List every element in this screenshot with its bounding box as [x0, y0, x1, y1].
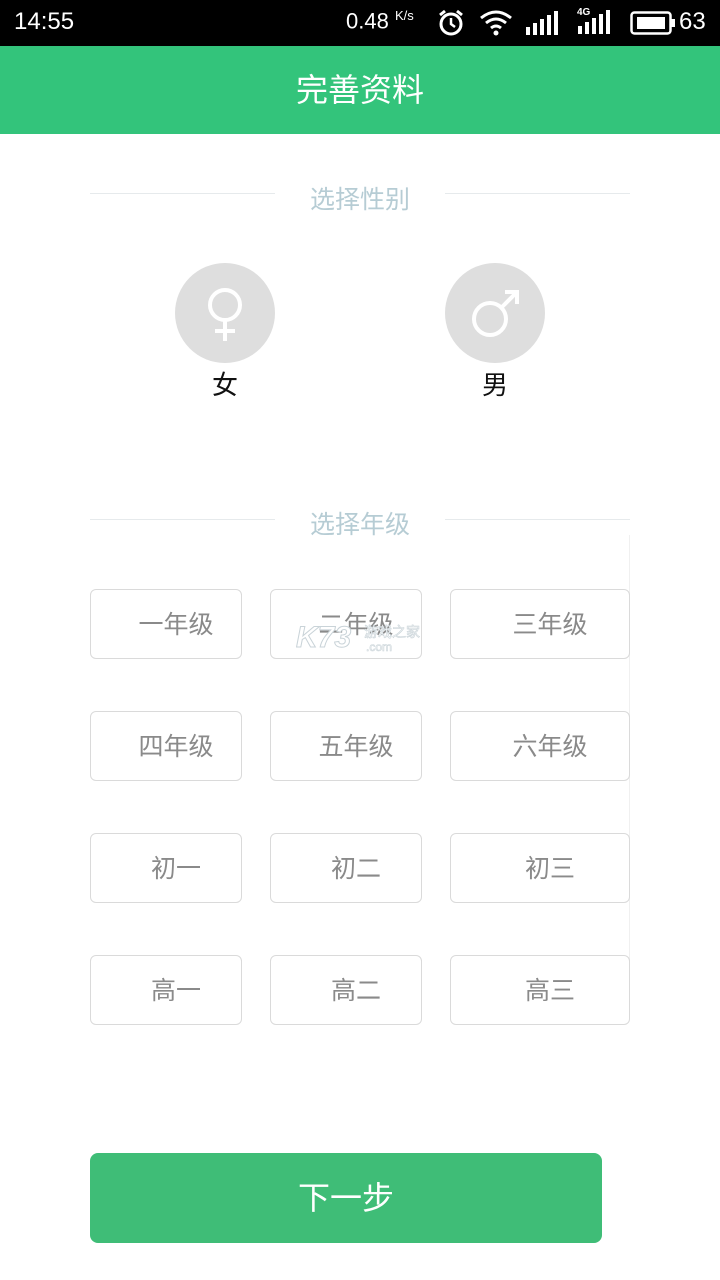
next-step-button[interactable]: 下一步	[90, 1153, 602, 1243]
grade-button-1[interactable]: 一年级	[90, 589, 242, 659]
signal-4g-icon: 4G	[576, 4, 616, 42]
grade-button-11[interactable]: 高二	[270, 955, 422, 1025]
grade-button-9[interactable]: 初三	[450, 833, 630, 903]
status-bar: 14:55 0.48 K/s 4G 63	[0, 0, 720, 46]
grade-label: 高一	[150, 976, 201, 1005]
grade-label: 高二	[330, 976, 381, 1005]
grade-button-4[interactable]: 四年级	[90, 711, 242, 781]
grade-button-6[interactable]: 六年级	[450, 711, 630, 781]
grade-label: 初一	[150, 854, 201, 883]
gender-divider-right	[445, 193, 630, 194]
grade-label: 六年级	[512, 732, 588, 761]
app-header: 完善资料	[0, 46, 720, 134]
gender-option-female[interactable]: 女	[165, 263, 285, 413]
battery-icon	[630, 11, 676, 39]
status-time: 14:55	[14, 8, 75, 35]
female-icon	[175, 263, 275, 363]
page-title: 完善资料	[295, 71, 424, 109]
grade-button-7[interactable]: 初一	[90, 833, 242, 903]
battery-level: 63	[679, 8, 706, 35]
grade-button-3[interactable]: 三年级	[450, 589, 630, 659]
grade-label: 一年级	[138, 610, 214, 639]
grade-section-title: 选择年级	[309, 510, 410, 539]
signal-icon	[524, 9, 562, 41]
grade-button-12[interactable]: 高三	[450, 955, 630, 1025]
gender-label-male: 男	[481, 371, 508, 401]
grade-label: 五年级	[318, 732, 394, 761]
grade-button-8[interactable]: 初二	[270, 833, 422, 903]
gender-divider-left	[90, 193, 275, 194]
network-speed: 0.48 K/s	[346, 8, 414, 34]
gender-label-female: 女	[211, 371, 238, 401]
gender-section-title: 选择性别	[309, 185, 410, 214]
male-icon	[445, 263, 545, 363]
grade-label: 四年级	[138, 732, 214, 761]
grade-label: 二年级	[318, 610, 394, 639]
wifi-icon	[479, 9, 513, 41]
alarm-icon	[436, 9, 466, 41]
grade-button-10[interactable]: 高一	[90, 955, 242, 1025]
network-speed-unit: K/s	[394, 8, 414, 23]
network-speed-value: 0.48	[346, 8, 389, 34]
grade-label: 初二	[330, 854, 381, 883]
gender-option-male[interactable]: 男	[435, 263, 555, 413]
grade-label: 高三	[524, 976, 575, 1005]
grade-label: 初三	[524, 854, 575, 883]
grade-button-5[interactable]: 五年级	[270, 711, 422, 781]
grade-button-2[interactable]: 二年级	[270, 589, 422, 659]
grade-divider-left	[90, 519, 275, 520]
grade-label: 三年级	[512, 610, 588, 639]
grade-divider-right	[445, 519, 630, 520]
network-type-label: 4G	[577, 7, 591, 18]
